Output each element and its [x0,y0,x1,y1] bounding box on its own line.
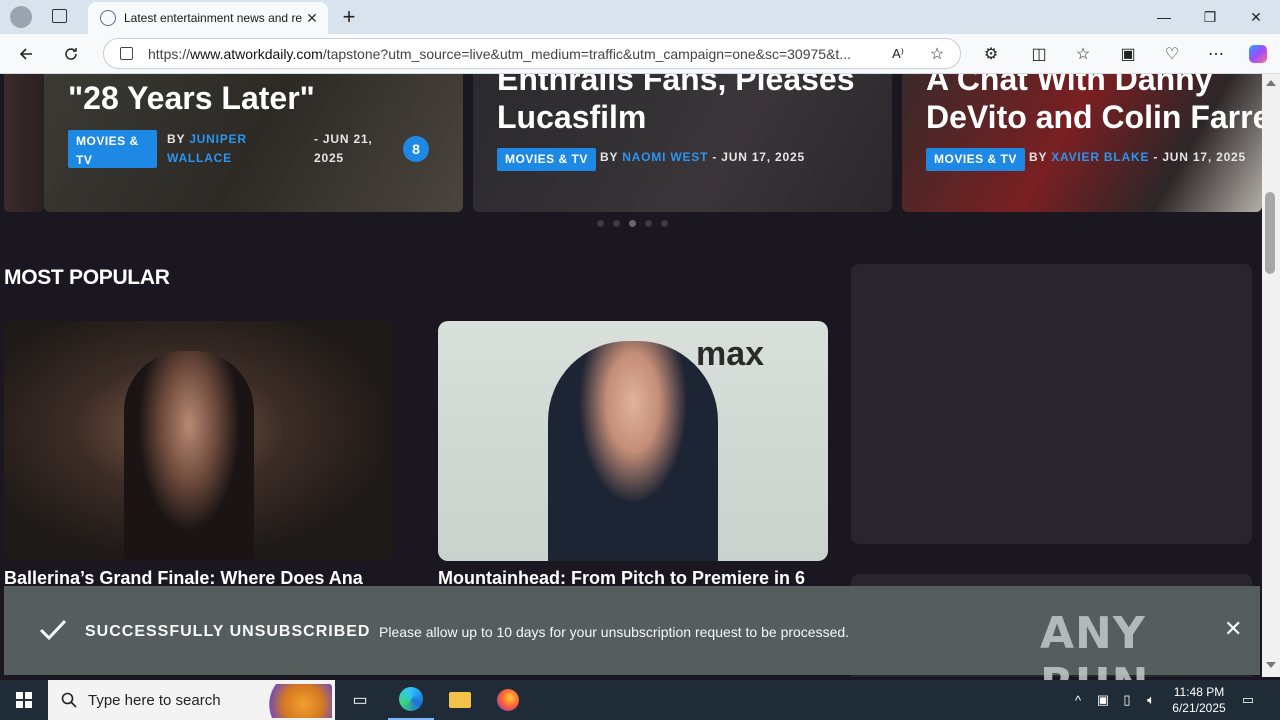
url-path: /tapstone?utm_source=live&utm_medium=tra… [322,45,851,62]
unsubscribe-toast: SUCCESSFULLY UNSUBSCRIBED Please allow u… [4,586,1260,710]
byline-by: BY [600,150,619,164]
article-thumbnail[interactable] [4,321,394,561]
clock-time: 11:48 PM [1173,685,1225,699]
search-highlight-decoration [260,684,332,718]
toast-message: Please allow up to 10 days for your unsu… [379,624,850,640]
settings-menu-icon[interactable]: ⋯ [1200,39,1232,69]
carousel-dot[interactable] [613,220,620,227]
url-domain: www.atworkdaily.com [190,45,323,62]
search-icon [61,692,77,708]
slide-byline: BY XAVIER BLAKE - JUN 17, 2025 [1029,148,1246,167]
carousel-slide[interactable]: "28 Years Later" MOVIES & TV BY JUNIPER … [44,74,463,212]
scrollbar-thumb[interactable] [1265,192,1275,274]
task-view-icon[interactable]: ▭ [340,680,380,720]
slide-title-line1[interactable]: A Chat With Danny [926,74,1213,98]
page-scrollbar[interactable] [1262,74,1280,677]
tab-title: Latest entertainment news and re [124,11,303,25]
collections-icon[interactable]: ▣ [1112,39,1144,69]
refresh-icon[interactable] [55,39,87,69]
category-badge[interactable]: MOVIES & TV [68,130,157,168]
slide-title-line2[interactable]: Lucasfilm [497,98,646,136]
read-aloud-icon[interactable]: A⁾ [882,39,914,69]
scroll-down-arrow-icon[interactable] [1266,662,1276,668]
slide-date: - JUN 17, 2025 [712,150,805,164]
carousel-slide-peek[interactable] [4,74,44,212]
favorites-icon[interactable]: ☆ [1067,39,1099,69]
address-bar[interactable]: https://www.atworkdaily.com/tapstone?utm… [103,38,961,69]
start-button[interactable] [0,680,48,720]
restore-button[interactable]: ❐ [1187,0,1233,34]
carousel-slide[interactable]: Enthralls Fans, Pleases Lucasfilm MOVIES… [473,74,892,212]
new-tab-button[interactable]: + [338,4,360,30]
slide-byline: BY JUNIPER WALLACE [167,130,297,168]
network-icon[interactable]: ▯ [1116,680,1138,720]
thumbnail-figure [548,341,718,561]
back-arrow-icon[interactable] [10,39,42,69]
slide-title-line2[interactable]: DeVito and Colin Farrell [926,98,1262,136]
scroll-up-arrow-icon[interactable] [1266,80,1276,86]
profile-icon[interactable] [10,6,32,28]
toast-close-icon[interactable]: ✕ [1224,616,1242,642]
site-favicon-icon [100,10,116,26]
category-badge[interactable]: MOVIES & TV [497,148,596,171]
tab-close-icon[interactable]: ✕ [304,10,320,27]
url-prefix: https:// [148,45,191,62]
file-explorer-icon[interactable] [438,680,482,720]
notifications-icon[interactable]: ▭ [1236,680,1260,720]
search-placeholder: Type here to search [88,691,221,709]
favorite-star-icon[interactable]: ☆ [921,39,953,69]
comment-count-badge[interactable]: 8 [403,136,429,162]
ad-placeholder [851,264,1252,544]
slide-title[interactable]: "28 Years Later" [68,79,315,117]
category-badge[interactable]: MOVIES & TV [926,148,1025,171]
extensions-icon[interactable]: ⚙ [975,39,1007,69]
firefox-icon[interactable] [486,680,530,720]
clock[interactable]: 11:48 PM 6/21/2025 [1164,680,1234,720]
volume-icon[interactable]: 🔈︎ [1140,680,1162,720]
checkmark-icon [39,619,67,641]
author-link[interactable]: XAVIER BLAKE [1051,150,1149,164]
clock-date: 6/21/2025 [1172,701,1226,715]
browser-titlebar: Latest entertainment news and re ✕ + — ❐… [0,0,1280,34]
copilot-icon[interactable] [1242,39,1274,69]
meet-now-icon[interactable]: ▣ [1092,680,1114,720]
carousel-dot[interactable] [597,220,604,227]
toast-heading: SUCCESSFULLY UNSUBSCRIBED [85,623,371,640]
tab-actions-icon[interactable] [52,9,67,23]
article-thumbnail[interactable]: max [438,321,828,561]
close-window-button[interactable]: ✕ [1233,0,1279,34]
site-info-icon[interactable] [120,47,133,60]
windows-taskbar: Type here to search ▭ ^ ▣ ▯ 🔈︎ 11:48 PM … [0,680,1280,720]
thumbnail-figure [124,351,254,561]
slide-byline: BY NAOMI WEST - JUN 17, 2025 [600,148,805,167]
taskbar-search-input[interactable]: Type here to search [48,680,335,720]
slide-title-line1[interactable]: Enthralls Fans, Pleases [497,74,855,98]
show-hidden-icons-chevron-icon[interactable]: ^ [1068,680,1088,720]
carousel-slide[interactable]: A Chat With Danny DeVito and Colin Farre… [902,74,1262,212]
slide-date: - JUN 17, 2025 [1153,150,1246,164]
browser-toolbar: https://www.atworkdaily.com/tapstone?utm… [0,34,1280,74]
browser-essentials-icon[interactable]: ♡ [1156,39,1188,69]
author-link[interactable]: NAOMI WEST [622,150,708,164]
edge-taskbar-icon[interactable] [388,680,434,720]
minimize-button[interactable]: — [1141,0,1187,34]
split-screen-icon[interactable]: ◫ [1023,39,1055,69]
windows-logo-icon [16,692,32,708]
carousel-dot[interactable] [661,220,668,227]
slide-date: - JUN 21, 2025 [314,132,373,165]
section-heading: MOST POPULAR [4,266,170,289]
carousel-dot-active[interactable] [629,220,636,227]
byline-by: BY [1029,150,1048,164]
carousel-dot[interactable] [645,220,652,227]
thumbnail-logo-text: max [696,335,765,373]
byline-by: BY [167,132,186,146]
browser-tab-active[interactable]: Latest entertainment news and re ✕ [88,2,328,34]
